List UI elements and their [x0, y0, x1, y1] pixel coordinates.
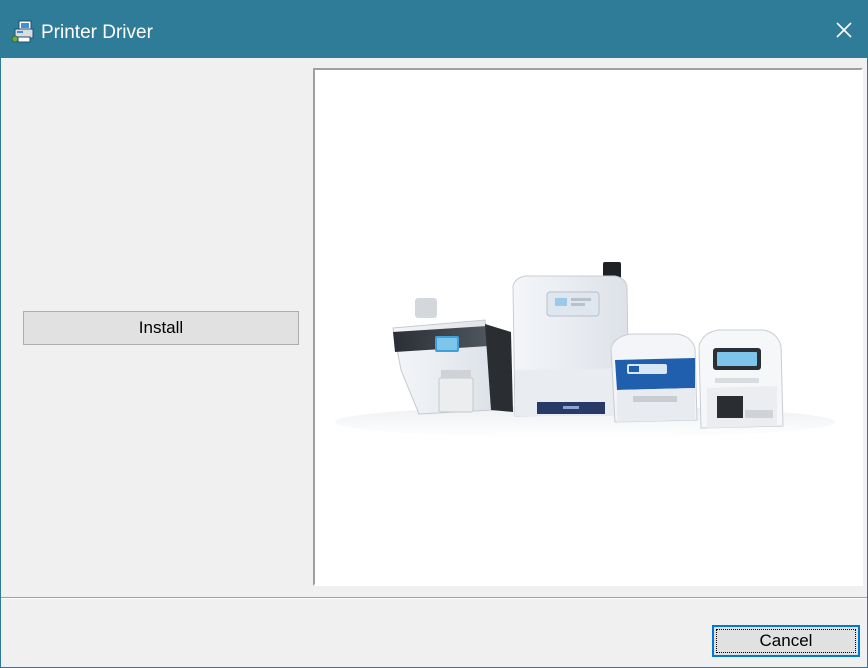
printer-left: [392, 298, 513, 415]
title-bar[interactable]: Printer Driver: [1, 1, 867, 58]
printer-far-right: [698, 329, 784, 429]
cancel-button[interactable]: Cancel: [712, 625, 860, 657]
install-button[interactable]: Install: [23, 311, 299, 345]
dialog-footer: Cancel: [1, 599, 867, 667]
printer-image-panel: [313, 68, 863, 586]
close-icon: [836, 21, 852, 38]
dialog-client-area: Install: [1, 58, 867, 597]
printer-driver-window: Printer Driver Install Cancel: [0, 0, 868, 668]
card-printers-illustration: [335, 262, 835, 438]
printer-right-blue: [610, 333, 698, 423]
printer-setup-icon: [11, 20, 35, 44]
close-button[interactable]: [821, 1, 867, 58]
window-title: Printer Driver: [41, 22, 153, 43]
printer-center: [512, 262, 630, 417]
